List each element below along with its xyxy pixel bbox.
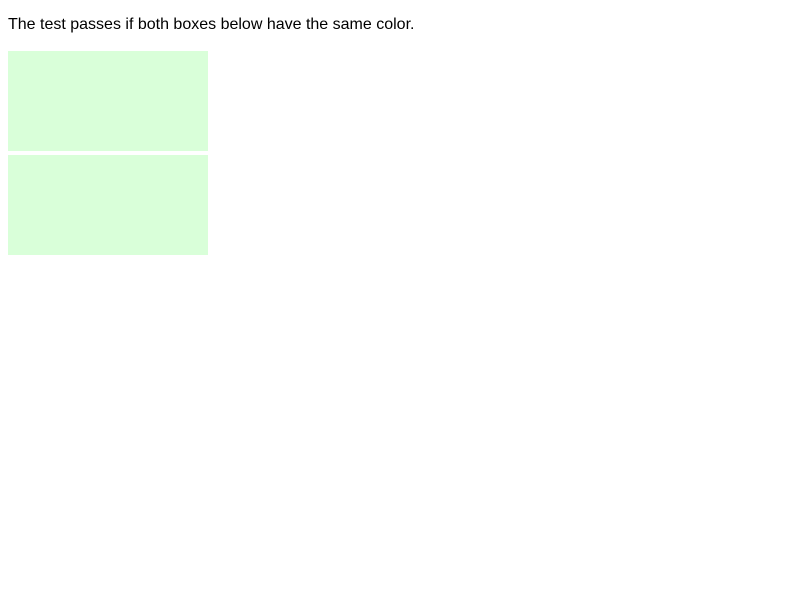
instruction-text: The test passes if both boxes below have… (8, 16, 415, 33)
test-color-box (8, 155, 208, 255)
test-page: The test passes if both boxes below have… (0, 0, 800, 600)
reference-color-box (8, 51, 208, 151)
